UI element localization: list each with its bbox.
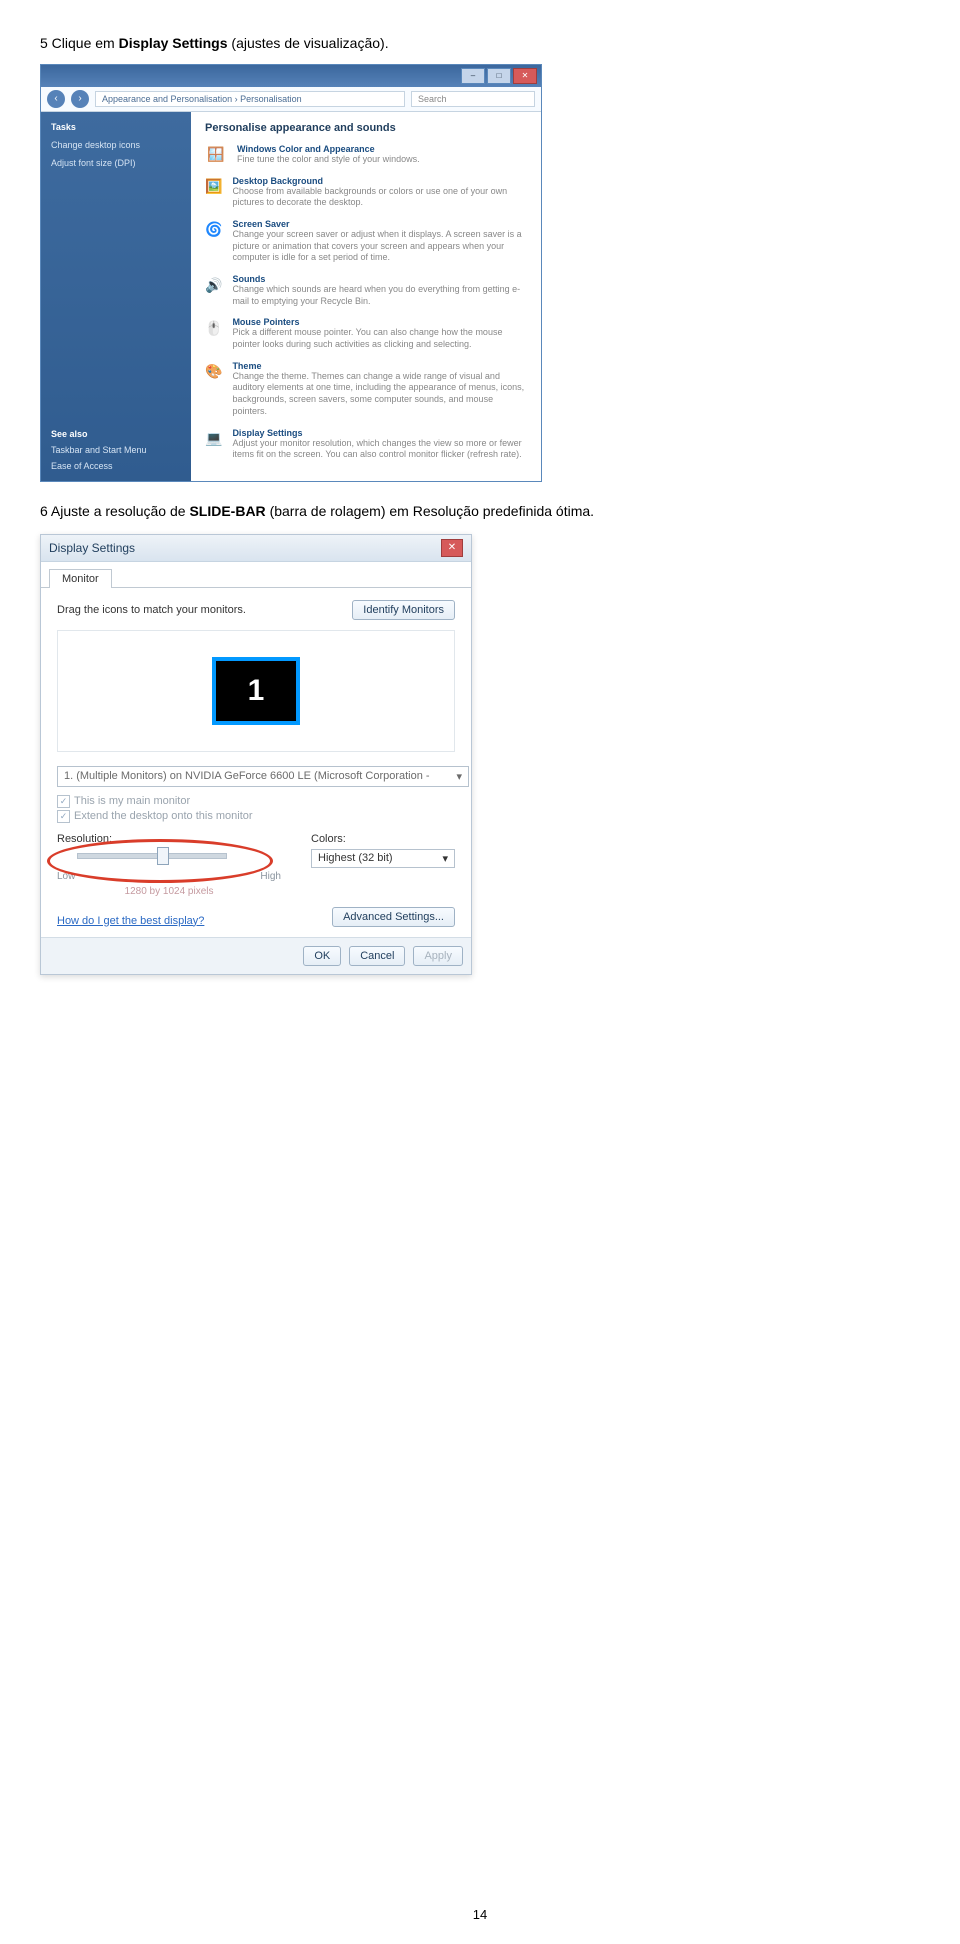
personalization-list: Personalise appearance and sounds 🪟 Wind…: [191, 112, 541, 481]
monitor-1[interactable]: 1: [212, 657, 300, 725]
window-titlebar: Display Settings ✕: [41, 535, 471, 562]
dialog-button-row: OK Cancel Apply: [41, 937, 471, 974]
step6-text: 6 Ajuste a resolução de SLIDE-BAR (barra…: [40, 502, 920, 522]
apply-button[interactable]: Apply: [413, 946, 463, 966]
tasks-heading: Tasks: [51, 122, 181, 132]
ok-button[interactable]: OK: [303, 946, 341, 966]
checkbox-icon: ✓: [57, 795, 70, 808]
step6-post: (barra de rolagem) em Resolução predefin…: [270, 503, 595, 519]
page-title: Personalise appearance and sounds: [205, 122, 527, 134]
step5-text: 5 Clique em Display Settings (ajustes de…: [40, 34, 920, 54]
resolution-label: Resolution:: [57, 833, 281, 845]
item-desc: Change which sounds are heard when you d…: [232, 284, 527, 307]
item-desc: Pick a different mouse pointer. You can …: [232, 327, 527, 350]
identify-monitors-button[interactable]: Identify Monitors: [352, 600, 455, 620]
item-desc: Change your screen saver or adjust when …: [232, 229, 527, 264]
cancel-button[interactable]: Cancel: [349, 946, 405, 966]
swirl-icon: 🌀: [205, 219, 222, 241]
speaker-icon: 🔊: [205, 274, 222, 296]
resolution-slider[interactable]: [57, 845, 247, 871]
checkbox-label: Extend the desktop onto this monitor: [74, 810, 253, 822]
colors-label: Colors:: [311, 833, 455, 845]
picture-icon: 🖼️: [205, 176, 222, 198]
mouse-icon: 🖱️: [205, 317, 222, 339]
display-device-combo[interactable]: 1. (Multiple Monitors) on NVIDIA GeForce…: [57, 766, 469, 787]
item-sounds[interactable]: 🔊 Sounds Change which sounds are heard w…: [205, 274, 527, 307]
step6-bold: SLIDE-BAR: [189, 503, 265, 519]
advanced-settings-button[interactable]: Advanced Settings...: [332, 907, 455, 927]
item-title: Theme: [232, 361, 527, 371]
main-monitor-checkbox: ✓ This is my main monitor: [57, 795, 455, 808]
item-title: Sounds: [232, 274, 527, 284]
item-title: Windows Color and Appearance: [237, 144, 420, 154]
breadcrumb[interactable]: Appearance and Personalisation › Persona…: [95, 91, 405, 107]
close-button[interactable]: ✕: [513, 68, 537, 84]
breadcrumb-bar: ‹ › Appearance and Personalisation › Per…: [41, 87, 541, 112]
chevron-down-icon: ▾: [442, 852, 448, 865]
monitor-arrangement[interactable]: 1: [57, 630, 455, 752]
personalization-window: – □ ✕ ‹ › Appearance and Personalisation…: [40, 64, 542, 482]
item-desc: Change the theme. Themes can change a wi…: [232, 371, 527, 418]
step5-bold: Display Settings: [119, 35, 228, 51]
item-theme[interactable]: 🎨 Theme Change the theme. Themes can cha…: [205, 361, 527, 418]
checkbox-icon: ✓: [57, 810, 70, 823]
item-desc: Fine tune the color and style of your wi…: [237, 154, 420, 166]
palette-icon: 🪟: [205, 144, 227, 166]
extend-desktop-checkbox: ✓ Extend the desktop onto this monitor: [57, 810, 455, 823]
nav-back-icon[interactable]: ‹: [47, 90, 65, 108]
maximize-button[interactable]: □: [487, 68, 511, 84]
resolution-readout: 1280 by 1024 pixels: [57, 886, 281, 897]
slider-high-label: High: [260, 871, 281, 882]
task-pane: Tasks Change desktop icons Adjust font s…: [41, 112, 191, 481]
item-desktop-background[interactable]: 🖼️ Desktop Background Choose from availa…: [205, 176, 527, 209]
slider-low-label: Low: [57, 871, 75, 882]
slider-handle[interactable]: [157, 847, 169, 865]
item-desc: Choose from available backgrounds or col…: [232, 186, 527, 209]
task-link[interactable]: Adjust font size (DPI): [51, 158, 181, 168]
task-link[interactable]: Change desktop icons: [51, 140, 181, 150]
item-mouse-pointers[interactable]: 🖱️ Mouse Pointers Pick a different mouse…: [205, 317, 527, 350]
item-display-settings[interactable]: 💻 Display Settings Adjust your monitor r…: [205, 428, 527, 461]
window-titlebar: – □ ✕: [41, 65, 541, 87]
minimize-button[interactable]: –: [461, 68, 485, 84]
step5-post: (ajustes de visualização).: [231, 35, 388, 51]
step5-pre: 5 Clique em: [40, 35, 119, 51]
display-settings-window: Display Settings ✕ Monitor Drag the icon…: [40, 534, 472, 975]
see-also-link[interactable]: Ease of Access: [51, 461, 181, 471]
item-window-color[interactable]: 🪟 Windows Color and Appearance Fine tune…: [205, 144, 527, 166]
item-title: Desktop Background: [232, 176, 527, 186]
item-desc: Adjust your monitor resolution, which ch…: [232, 438, 527, 461]
item-title: Mouse Pointers: [232, 317, 527, 327]
nav-forward-icon[interactable]: ›: [71, 90, 89, 108]
tab-monitor[interactable]: Monitor: [49, 569, 112, 588]
combo-value: 1. (Multiple Monitors) on NVIDIA GeForce…: [64, 770, 430, 782]
search-input[interactable]: Search: [411, 91, 535, 107]
checkbox-label: This is my main monitor: [74, 795, 190, 807]
theme-icon: 🎨: [205, 361, 222, 383]
help-link[interactable]: How do I get the best display?: [57, 915, 204, 927]
close-button[interactable]: ✕: [441, 539, 463, 557]
item-title: Screen Saver: [232, 219, 527, 229]
item-title: Display Settings: [232, 428, 527, 438]
chevron-down-icon: ▾: [456, 770, 462, 783]
see-also-link[interactable]: Taskbar and Start Menu: [51, 445, 181, 455]
color-depth-combo[interactable]: Highest (32 bit) ▾: [311, 849, 455, 868]
see-also-heading: See also: [51, 429, 181, 439]
combo-value: Highest (32 bit): [318, 852, 393, 864]
item-screen-saver[interactable]: 🌀 Screen Saver Change your screen saver …: [205, 219, 527, 264]
step6-pre: 6 Ajuste a resolução de: [40, 503, 189, 519]
page-number: 14: [0, 1907, 960, 1922]
drag-hint: Drag the icons to match your monitors.: [57, 604, 246, 616]
monitor-icon: 💻: [205, 428, 222, 450]
window-title: Display Settings: [49, 541, 135, 555]
